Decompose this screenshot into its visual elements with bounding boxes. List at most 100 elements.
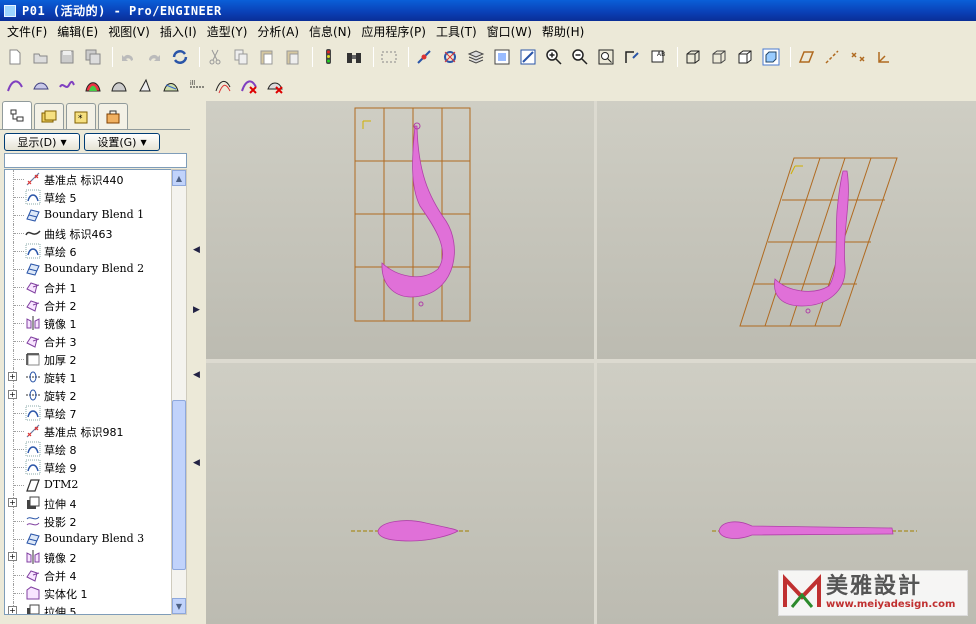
view-manager-icon[interactable] <box>491 46 513 68</box>
menu-item-4[interactable]: 造型(Y) <box>202 23 253 40</box>
tree-item[interactable]: 合并 1 <box>5 278 171 296</box>
tab-favorites[interactable]: * <box>66 103 96 129</box>
reflection-icon[interactable] <box>160 75 182 97</box>
new-file-icon[interactable] <box>4 46 26 68</box>
tree-item[interactable]: Boundary Blend 1 <box>5 206 171 224</box>
shading-icon[interactable] <box>760 46 782 68</box>
viewport-front[interactable] <box>206 101 594 359</box>
tree-item[interactable]: 基准点 标识981 <box>5 422 171 440</box>
tab-folder-browser[interactable] <box>34 103 64 129</box>
redo-icon[interactable] <box>143 46 165 68</box>
datum-plane-toggle-icon[interactable] <box>795 46 817 68</box>
cut-icon[interactable] <box>204 46 226 68</box>
scroll-thumb[interactable] <box>172 400 186 570</box>
spin-center-icon[interactable] <box>439 46 461 68</box>
panel-splitter[interactable]: ◀ ▶ ◀ ◀ <box>190 100 206 624</box>
tree-item[interactable]: 草绘 9 <box>5 458 171 476</box>
tree-item[interactable]: + 镜像 2 <box>5 548 171 566</box>
datum-point-toggle-icon[interactable] <box>847 46 869 68</box>
expand-icon[interactable]: + <box>8 372 17 381</box>
viewport-trimetric[interactable] <box>597 101 976 359</box>
tree-item[interactable]: 曲线 标识463 <box>5 224 171 242</box>
menu-item-2[interactable]: 视图(V) <box>103 23 155 40</box>
hidden-line-icon[interactable] <box>708 46 730 68</box>
graphics-area[interactable] <box>206 101 976 624</box>
zoom-in-icon[interactable] <box>543 46 565 68</box>
viewport-top[interactable] <box>206 363 594 624</box>
scroll-up-button[interactable]: ▲ <box>172 170 186 186</box>
csys-toggle-icon[interactable] <box>873 46 895 68</box>
paste-special-icon[interactable] <box>282 46 304 68</box>
expand-right-icon[interactable]: ▶ <box>193 305 200 315</box>
tree-item[interactable]: 草绘 8 <box>5 440 171 458</box>
open-file-icon[interactable] <box>30 46 52 68</box>
surface-analysis-icon[interactable] <box>30 75 52 97</box>
tree-item[interactable]: 投影 2 <box>5 512 171 530</box>
layers-icon[interactable] <box>465 46 487 68</box>
expand-icon[interactable]: + <box>8 498 17 507</box>
reorient-icon[interactable] <box>621 46 643 68</box>
expand-icon[interactable]: + <box>8 390 17 399</box>
menu-item-5[interactable]: 分析(A) <box>252 23 304 40</box>
tree-scrollbar[interactable]: ▲ ▼ <box>171 169 187 615</box>
settings-dropdown[interactable]: 设置(G) ▼ <box>84 133 160 151</box>
tab-model-tree[interactable] <box>2 101 32 129</box>
collapse-left-icon[interactable]: ◀ <box>193 458 200 468</box>
zoom-out-icon[interactable] <box>569 46 591 68</box>
menu-item-1[interactable]: 编辑(E) <box>52 23 103 40</box>
menu-item-7[interactable]: 应用程序(P) <box>356 23 431 40</box>
regenerate-icon[interactable] <box>169 46 191 68</box>
collapse-left-icon[interactable]: ◀ <box>193 245 200 255</box>
tree-item[interactable]: 合并 2 <box>5 296 171 314</box>
menu-item-10[interactable]: 帮助(H) <box>537 23 589 40</box>
saved-views-icon[interactable]: AB <box>647 46 669 68</box>
tree-item[interactable]: 合并 4 <box>5 566 171 584</box>
tree-item[interactable]: 草绘 7 <box>5 404 171 422</box>
datum-point-icon[interactable] <box>413 46 435 68</box>
tree-item[interactable]: Boundary Blend 2 <box>5 260 171 278</box>
menu-item-3[interactable]: 插入(I) <box>155 23 202 40</box>
undo-icon[interactable] <box>117 46 139 68</box>
menu-item-9[interactable]: 窗口(W) <box>482 23 537 40</box>
tree-item[interactable]: 镜像 1 <box>5 314 171 332</box>
tree-item[interactable]: 草绘 6 <box>5 242 171 260</box>
tree-item[interactable]: 基准点 标识440 <box>5 170 171 188</box>
shade-curvature-icon[interactable] <box>82 75 104 97</box>
orient-icon[interactable] <box>517 46 539 68</box>
tree-item[interactable]: 合并 3 <box>5 332 171 350</box>
tree-item[interactable]: + 拉伸 5 <box>5 602 171 614</box>
menu-item-6[interactable]: 信息(N) <box>304 23 356 40</box>
delete-analysis-icon[interactable] <box>238 75 260 97</box>
tree-item[interactable]: + 拉伸 4 <box>5 494 171 512</box>
draft-analysis-icon[interactable] <box>108 75 130 97</box>
traffic-light-icon[interactable] <box>317 46 339 68</box>
section-analysis-icon[interactable]: ill <box>186 75 208 97</box>
clear-analysis-icon[interactable] <box>264 75 286 97</box>
scroll-down-button[interactable]: ▼ <box>172 598 186 614</box>
tree-item[interactable]: + 旋转 1 <box>5 368 171 386</box>
refit-icon[interactable] <box>595 46 617 68</box>
copy-icon[interactable] <box>230 46 252 68</box>
paste-icon[interactable] <box>256 46 278 68</box>
select-box-icon[interactable] <box>378 46 400 68</box>
menu-item-8[interactable]: 工具(T) <box>431 23 482 40</box>
expand-icon[interactable]: + <box>8 606 17 614</box>
tree-item[interactable]: + 旋转 2 <box>5 386 171 404</box>
curvature-icon[interactable] <box>56 75 78 97</box>
menu-item-0[interactable]: 文件(F) <box>2 23 52 40</box>
slope-icon[interactable] <box>134 75 156 97</box>
expand-icon[interactable]: + <box>8 552 17 561</box>
offset-analysis-icon[interactable] <box>212 75 234 97</box>
save-icon[interactable] <box>56 46 78 68</box>
collapse-left-icon[interactable]: ◀ <box>193 370 200 380</box>
tree-item[interactable]: DTM2 <box>5 476 171 494</box>
tree-filter-field[interactable] <box>4 153 187 168</box>
tree-item[interactable]: 草绘 5 <box>5 188 171 206</box>
show-dropdown[interactable]: 显示(D) ▼ <box>4 133 80 151</box>
tree-item[interactable]: 实体化 1 <box>5 584 171 602</box>
tab-connections[interactable] <box>98 103 128 129</box>
curve-analysis-icon[interactable] <box>4 75 26 97</box>
find-binoculars-icon[interactable] <box>343 46 365 68</box>
wireframe-icon[interactable] <box>682 46 704 68</box>
no-hidden-icon[interactable] <box>734 46 756 68</box>
